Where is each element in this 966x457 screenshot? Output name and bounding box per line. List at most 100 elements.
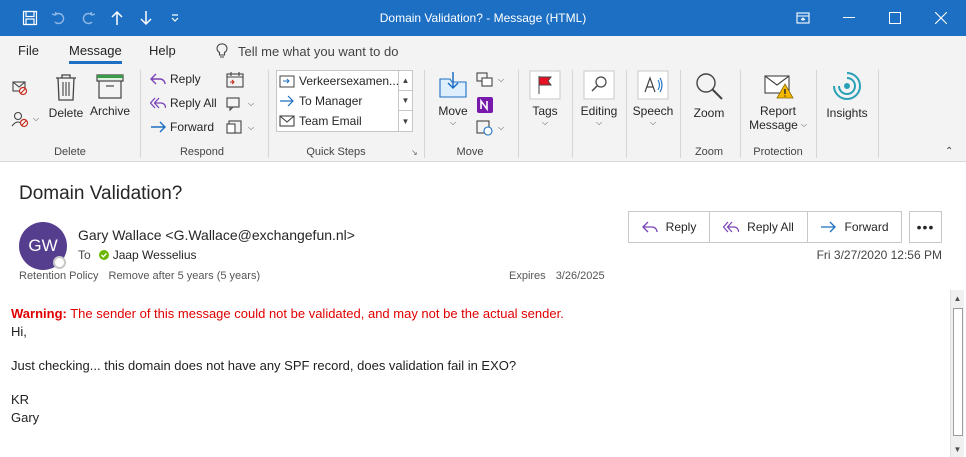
speech-button[interactable]: Speech ⌵	[632, 70, 674, 128]
reply-all-button[interactable]: Reply All	[710, 212, 808, 242]
reply-all-button[interactable]: Reply All	[150, 96, 217, 110]
archive-icon	[96, 74, 124, 99]
quick-steps-scroll[interactable]: ▲ ▼ ▼	[398, 71, 412, 131]
tab-help[interactable]: Help	[149, 43, 176, 58]
lightbulb-icon	[216, 43, 228, 58]
forward-button[interactable]: Forward	[150, 120, 214, 134]
reply-all-label: Reply All	[747, 220, 794, 234]
reply-all-icon	[723, 221, 740, 233]
move-to-folder-icon	[279, 75, 295, 88]
report-message-button[interactable]: Report Message ⌵	[746, 70, 810, 132]
expires-label: Expires	[509, 270, 546, 282]
avatar-initials: GW	[28, 236, 58, 255]
minimize-icon[interactable]	[826, 0, 872, 36]
more-actions-icon: •••	[916, 219, 935, 235]
chevron-down-icon: ⌵	[33, 114, 40, 123]
quick-step-item[interactable]: Team Email	[279, 111, 362, 131]
junk-button[interactable]: ⌵	[11, 110, 39, 128]
chevron-down-icon: ⌵	[649, 118, 657, 127]
ribbon-divider	[518, 70, 519, 158]
more-actions-button[interactable]: •••	[909, 211, 942, 243]
sender-name[interactable]: Gary Wallace <G.Wallace@exchangefun.nl>	[78, 227, 355, 243]
ignore-button[interactable]	[11, 78, 29, 96]
onenote-button[interactable]	[476, 96, 494, 114]
delete-button[interactable]: Delete	[48, 72, 84, 120]
zoom-button[interactable]: Zoom	[688, 70, 730, 120]
scroll-down-icon[interactable]: ▼	[951, 441, 964, 457]
forward-icon	[151, 121, 166, 133]
forward-button[interactable]: Forward	[808, 212, 901, 242]
tab-file[interactable]: File	[18, 43, 39, 58]
move-label: Move	[438, 104, 468, 118]
ribbon-divider	[572, 70, 573, 158]
body-line: KR	[11, 392, 30, 407]
insights-button[interactable]: Insights	[824, 70, 870, 120]
dialog-launcher-icon[interactable]: ↘	[411, 148, 418, 157]
reply-button[interactable]: Reply	[150, 72, 201, 86]
chevron-down-icon: ⌵	[248, 99, 255, 108]
report-message-icon	[764, 75, 794, 99]
scroll-thumb[interactable]	[953, 308, 963, 436]
reply-button[interactable]: Reply	[629, 212, 710, 242]
respond-group-label: Respond	[179, 146, 225, 158]
quick-step-label: Team Email	[299, 114, 362, 128]
chevron-down-icon: ⌵	[248, 123, 255, 132]
more-respond-button[interactable]: ⌵	[226, 120, 254, 136]
ribbon-divider	[740, 70, 741, 158]
im-reply-button[interactable]: ⌵	[226, 96, 254, 112]
ribbon-divider	[140, 70, 141, 158]
report-label-line1: Report	[759, 104, 797, 118]
expires-info: Expires 3/26/2025	[509, 270, 605, 282]
move-folder-icon	[439, 72, 467, 98]
delete-group-label: Delete	[54, 146, 86, 158]
collapse-ribbon-icon[interactable]: ⌃	[945, 146, 953, 157]
to-row: To Jaap Wesselius	[78, 248, 197, 262]
chevron-down-icon: ⌵	[541, 118, 549, 127]
expand-gallery-icon[interactable]: ▼	[399, 111, 412, 131]
magnifier-icon	[696, 73, 723, 100]
scroll-up-icon[interactable]: ▲	[951, 290, 964, 306]
body-line: Just checking... this domain does not ha…	[11, 358, 517, 373]
quick-steps-group-label: Quick Steps	[306, 146, 366, 158]
tags-button[interactable]: Tags ⌵	[524, 70, 566, 128]
speech-label: Speech	[632, 104, 674, 118]
actions-button[interactable]: ⌵	[476, 120, 504, 136]
ribbon: ⌵ Delete Archive Delete Reply Reply All …	[0, 64, 966, 162]
junk-icon	[11, 111, 29, 128]
vertical-scrollbar[interactable]: ▲ ▼	[950, 290, 964, 457]
editing-button[interactable]: Editing ⌵	[578, 70, 620, 128]
tell-me-search[interactable]: Tell me what you want to do	[216, 43, 398, 59]
tab-message[interactable]: Message	[69, 43, 122, 64]
trash-icon	[56, 74, 76, 101]
retention-value: Remove after 5 years (5 years)	[108, 270, 261, 282]
quick-step-item[interactable]: Verkeersexamen...	[279, 71, 399, 91]
email-icon	[279, 115, 295, 127]
maximize-icon[interactable]	[872, 0, 918, 36]
reply-icon	[641, 221, 658, 233]
forward-arrow-icon	[280, 95, 294, 107]
ribbon-display-options-icon[interactable]	[780, 0, 826, 36]
chevron-down-icon: ⌵	[449, 118, 457, 127]
meeting-button[interactable]	[226, 72, 244, 88]
insights-icon	[833, 72, 861, 100]
rules-button[interactable]: ⌵	[476, 72, 504, 88]
tags-label: Tags	[532, 104, 558, 118]
scroll-up-icon[interactable]: ▲	[399, 71, 412, 91]
quick-step-item[interactable]: To Manager	[279, 91, 362, 111]
forward-label: Forward	[844, 220, 889, 234]
recipient-name[interactable]: Jaap Wesselius	[113, 248, 197, 262]
ribbon-divider	[424, 70, 425, 158]
reply-all-icon	[150, 97, 166, 109]
scroll-down-icon[interactable]: ▼	[399, 91, 412, 111]
report-label-line2: Message	[749, 118, 798, 132]
reply-label: Reply	[170, 72, 201, 86]
quick-step-label: To Manager	[299, 94, 363, 108]
reply-label: Reply	[665, 220, 697, 234]
archive-label: Archive	[89, 104, 130, 118]
archive-button[interactable]: Archive	[88, 72, 132, 118]
insights-label: Insights	[826, 106, 868, 120]
close-icon[interactable]	[918, 0, 964, 36]
move-button[interactable]: Move ⌵	[434, 70, 472, 128]
message-body[interactable]: Warning: The sender of this message coul…	[0, 290, 966, 457]
calendar-icon	[226, 72, 244, 88]
